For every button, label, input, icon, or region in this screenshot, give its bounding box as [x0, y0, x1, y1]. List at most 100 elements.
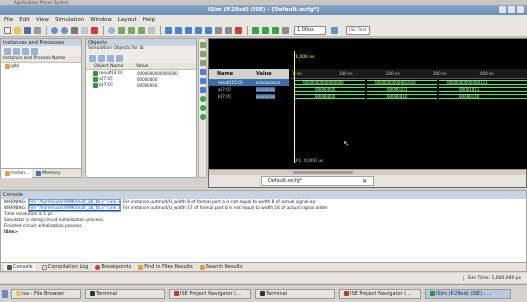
- wave-signal-row[interactable]: result[15:0] 0000000000: [209, 79, 289, 86]
- wave-signal-row[interactable]: a[7:0] 00000000: [209, 86, 289, 93]
- settings-icon[interactable]: [31, 47, 38, 55]
- wave-fit-icon[interactable]: [199, 60, 206, 66]
- wave-trace-pane[interactable]: 1,000 ns 0 ns 100 ns 200 ns 300 ns 400 n…: [291, 39, 527, 169]
- show-desktop-icon[interactable]: [2, 289, 8, 298]
- tab-compilation-log[interactable]: Compilation Log: [41, 264, 88, 270]
- tab-console-label: Console: [13, 264, 33, 270]
- save-icon[interactable]: [23, 26, 32, 35]
- run-for-icon[interactable]: [261, 26, 270, 35]
- step-icon[interactable]: [271, 26, 280, 35]
- tab-breakpoints[interactable]: Breakpoints: [94, 264, 131, 270]
- console-file-link[interactable]: File "/home/user/RMK/mult_ab_tb.v" Line …: [27, 205, 122, 212]
- wave-zoom-icon[interactable]: [199, 42, 206, 48]
- taskbar-item[interactable]: Terminal: [85, 288, 165, 299]
- objects-internal-icon[interactable]: [116, 54, 123, 62]
- zoom-fit-icon[interactable]: [137, 26, 146, 35]
- go-end-icon[interactable]: [204, 26, 213, 35]
- tab-default-wcfg[interactable]: Default.wcfg* ✕: [261, 176, 375, 186]
- redo-icon[interactable]: [60, 26, 69, 35]
- copy-icon[interactable]: [80, 26, 89, 35]
- cut-icon[interactable]: [70, 26, 79, 35]
- menu-window[interactable]: Window: [90, 17, 112, 23]
- expand-icon[interactable]: [13, 47, 20, 55]
- menu-layout[interactable]: Layout: [118, 17, 137, 23]
- find-icon[interactable]: [107, 26, 116, 35]
- menu-edit[interactable]: Edit: [19, 17, 30, 23]
- objects-toolbar: [86, 53, 196, 63]
- wave-zoom-out-icon[interactable]: [199, 51, 206, 57]
- taskbar-item[interactable]: ISE Project Navigator (...: [339, 288, 421, 299]
- objects-filter-icon[interactable]: [89, 54, 96, 62]
- go-prev-icon[interactable]: [184, 26, 193, 35]
- instances-column-header: Instance and Process Name: [1, 56, 81, 63]
- objects-input-icon[interactable]: [98, 54, 105, 62]
- instances-panel-title: Instances and Processes: [3, 39, 65, 46]
- segment-value: 00001011: [459, 87, 480, 92]
- taskbar-item-label: ISE Project Navigator (...: [350, 290, 411, 297]
- objects-col-name: Object Name: [94, 63, 124, 69]
- new-file-icon[interactable]: [3, 26, 12, 35]
- wave-marker-prev-icon[interactable]: [199, 105, 206, 111]
- tab-instances[interactable]: Instan...: [1, 168, 33, 178]
- wave-side-toolbar: [198, 38, 207, 178]
- snap-icon[interactable]: [224, 26, 233, 35]
- console-line-text: For instance uutmult/U_width 17 of forma…: [122, 206, 328, 211]
- close-icon[interactable]: [517, 6, 524, 13]
- menu-simulation[interactable]: Simulation: [55, 17, 84, 23]
- filter-icon[interactable]: [22, 47, 29, 55]
- objects-panel-title: Objects: [88, 39, 107, 46]
- tab-search-results[interactable]: Search Results: [199, 264, 243, 270]
- minimize-icon[interactable]: [499, 6, 506, 13]
- maximize-icon[interactable]: [508, 6, 515, 13]
- cursor-icon[interactable]: [147, 26, 156, 35]
- taskbar-item-label: isa - File Browser: [22, 290, 65, 297]
- wave-marker-next-icon[interactable]: [199, 114, 206, 120]
- object-row[interactable]: b[7:0] 00000000: [86, 82, 196, 88]
- run-all-icon[interactable]: [251, 26, 260, 35]
- cursor-line[interactable]: [294, 51, 295, 163]
- taskbar-item-active[interactable]: ISim (P.28xd) (ISE) - ...: [425, 288, 511, 299]
- objects-output-icon[interactable]: [107, 54, 114, 62]
- tab-find-results[interactable]: Find in Files Results: [137, 264, 193, 270]
- zoom-out-icon[interactable]: [127, 26, 136, 35]
- console-tab-icon: [7, 264, 12, 270]
- tab-breakpoints-label: Breakpoints: [101, 264, 132, 270]
- menu-help[interactable]: Help: [143, 17, 156, 23]
- menu-view[interactable]: View: [36, 17, 49, 23]
- title-bar: ISim (P.28xd) (ISE) - [Default.wcfg*]: [0, 5, 527, 15]
- tick-label: 300 ns: [433, 71, 447, 76]
- wave-cursor-icon[interactable]: [199, 69, 206, 75]
- taskbar-item[interactable]: isa - File Browser: [11, 288, 81, 299]
- wave-prev-icon[interactable]: [199, 78, 206, 84]
- tab-memory[interactable]: Memory: [32, 170, 63, 176]
- menu-file[interactable]: File: [4, 17, 13, 23]
- delete-icon[interactable]: [90, 26, 99, 35]
- tree-item[interactable]: glbl: [1, 63, 81, 69]
- print-icon[interactable]: [33, 26, 42, 35]
- relaunch-icon[interactable]: [330, 26, 339, 35]
- restart-icon[interactable]: [234, 26, 243, 35]
- go-start-icon[interactable]: [174, 26, 183, 35]
- run-time-field[interactable]: 1.00us: [294, 25, 326, 35]
- break-icon[interactable]: [281, 26, 290, 35]
- console-prompt[interactable]: ISim>: [4, 230, 523, 236]
- wave-marker-icon[interactable]: [199, 96, 206, 102]
- tab-console[interactable]: Console: [4, 264, 35, 270]
- tab-close-icon[interactable]: ✕: [362, 178, 367, 185]
- go-next-icon[interactable]: [194, 26, 203, 35]
- open-icon[interactable]: [13, 26, 22, 35]
- wave-next-icon[interactable]: [199, 87, 206, 93]
- undo-icon[interactable]: [50, 26, 59, 35]
- taskbar-item[interactable]: Terminal: [255, 288, 335, 299]
- time-ruler: 0 ns 100 ns 200 ns 300 ns 400 ns: [291, 69, 527, 79]
- marker-icon[interactable]: [164, 26, 173, 35]
- trace-segment: 00001011: [439, 87, 527, 92]
- wave-signal-row[interactable]: b[7:0] 00000000: [209, 93, 289, 100]
- zoom-in-icon[interactable]: [117, 26, 126, 35]
- help-search-field[interactable]: ISE Text: [346, 25, 370, 35]
- swap-icon[interactable]: [214, 26, 223, 35]
- wave-signal-value: 0000000000: [256, 80, 281, 85]
- collapse-icon[interactable]: [4, 47, 11, 55]
- scrollbar-thumb[interactable]: [293, 171, 353, 174]
- taskbar-item[interactable]: ISE Project Navigator (...: [169, 288, 251, 299]
